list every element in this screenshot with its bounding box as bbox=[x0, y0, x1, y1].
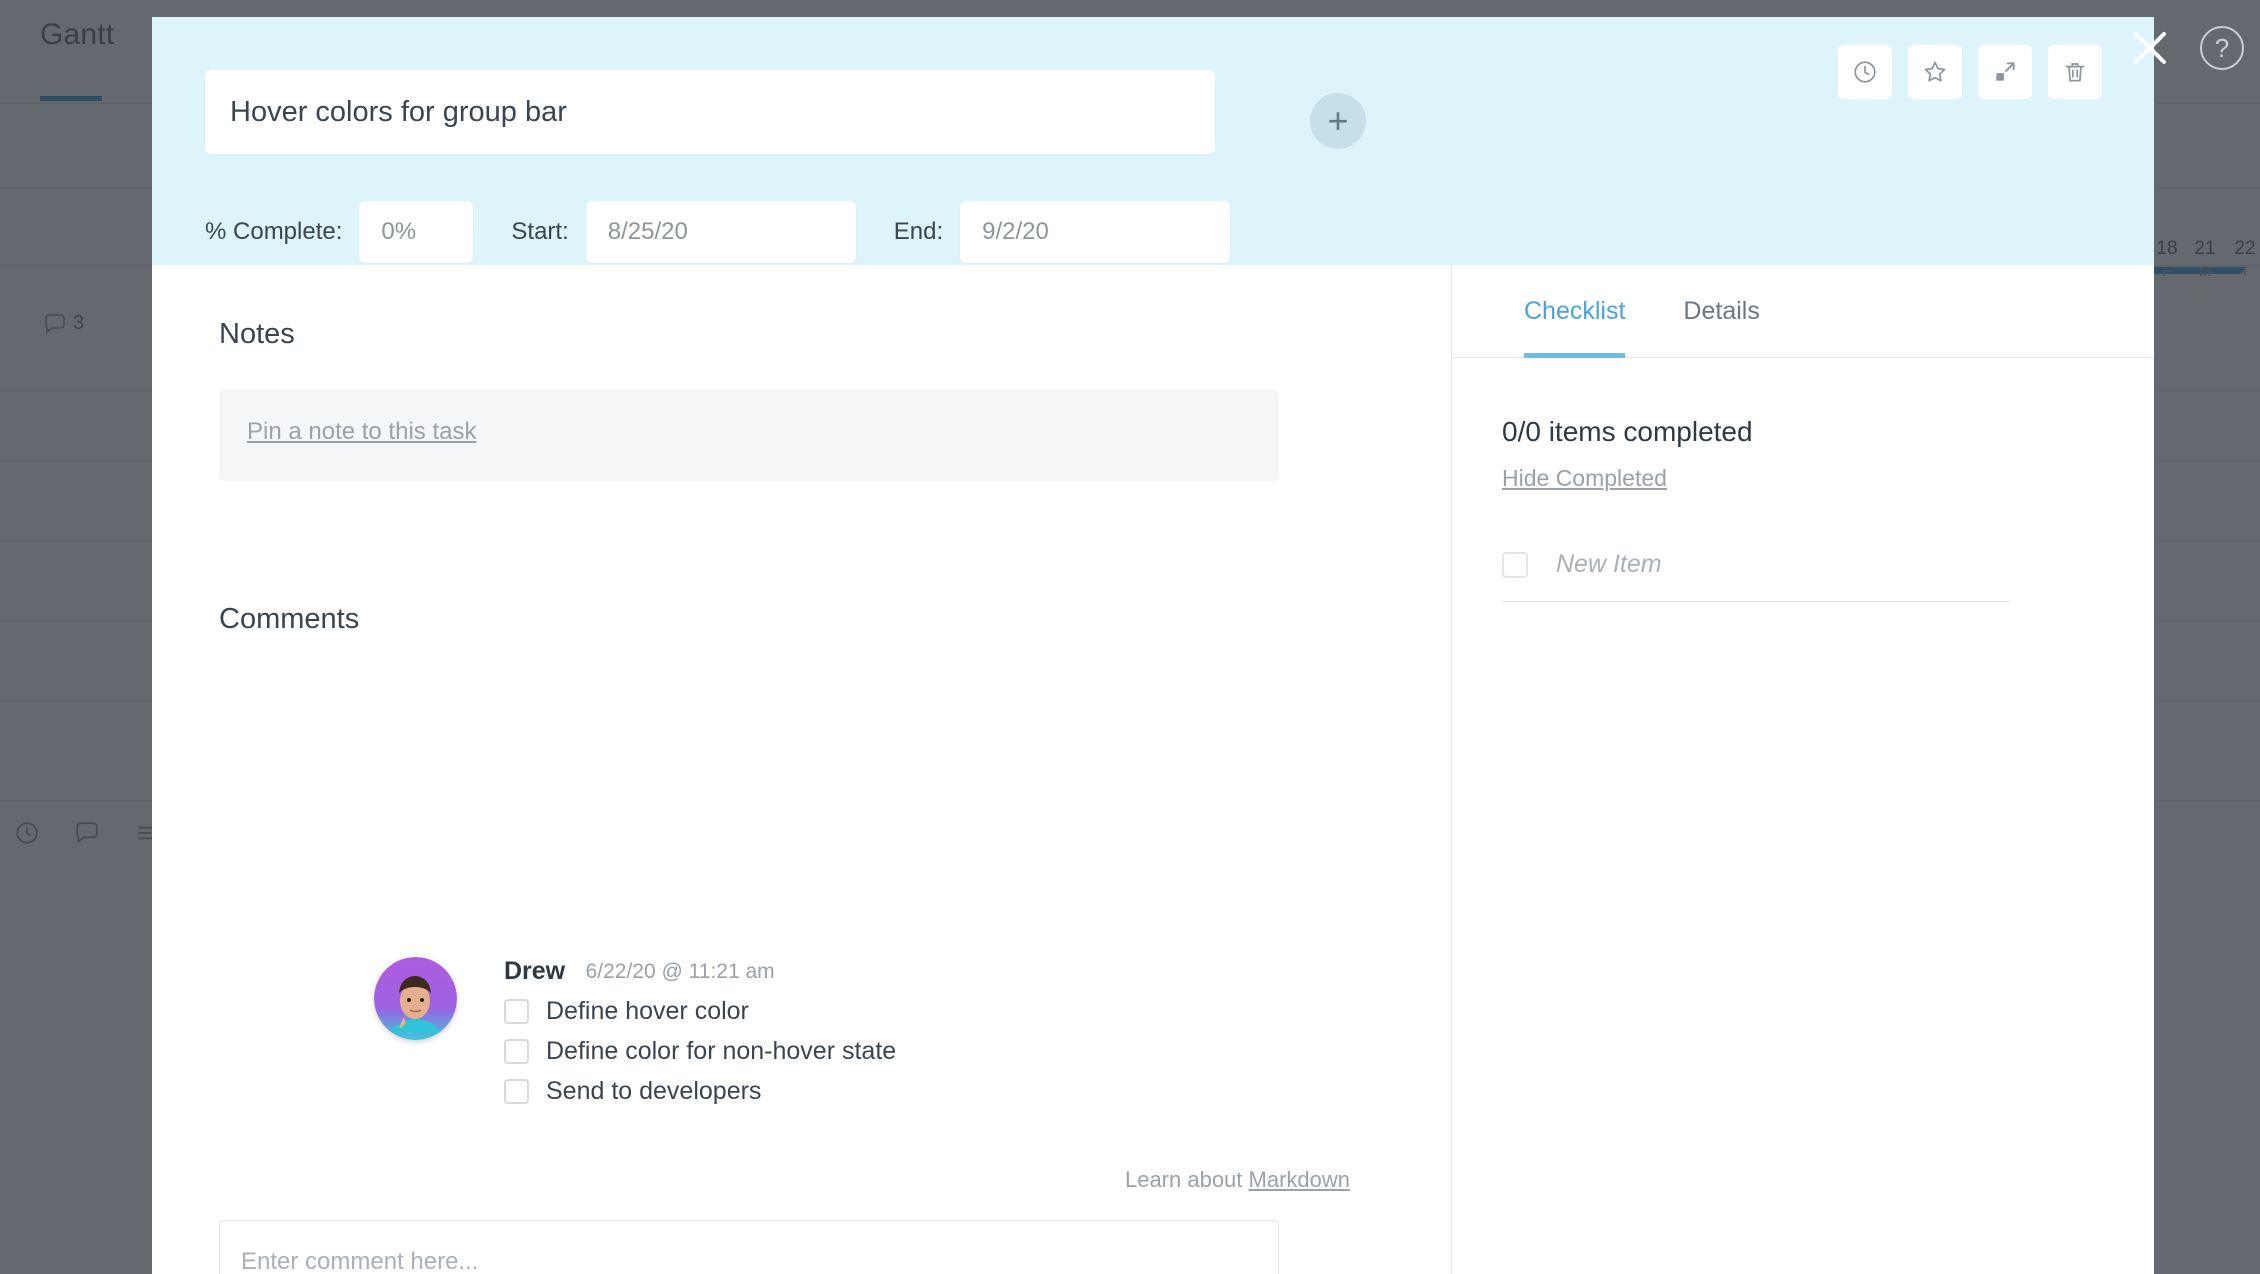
percent-complete-label: % Complete: bbox=[205, 218, 343, 245]
help-icon[interactable]: ? bbox=[2200, 26, 2244, 70]
markdown-help: Learn about Markdown bbox=[1125, 1167, 1350, 1193]
start-date-label: Start: bbox=[511, 218, 569, 245]
checkbox-icon[interactable] bbox=[504, 1039, 529, 1064]
task-meta-row: % Complete: Start: End: bbox=[205, 201, 1231, 263]
modal-side-panel: Checklist Details 0/0 items completed Hi… bbox=[1452, 265, 2154, 1274]
expand-icon[interactable] bbox=[1978, 45, 2032, 99]
comment-author: Drew bbox=[504, 957, 566, 985]
modal-body: Notes Pin a note to this task Comments D… bbox=[152, 265, 2154, 1274]
avatar bbox=[374, 957, 457, 1040]
end-date-label: End: bbox=[893, 218, 944, 245]
star-icon[interactable] bbox=[1908, 45, 1962, 99]
comment-timestamp: 6/22/20 @ 11:21 am bbox=[585, 959, 775, 983]
add-button[interactable]: + bbox=[1310, 93, 1366, 149]
percent-complete-input[interactable] bbox=[359, 201, 474, 263]
comments-heading: Comments bbox=[219, 603, 360, 635]
checkbox-icon[interactable] bbox=[1502, 551, 1528, 578]
note-placeholder-box[interactable]: Pin a note to this task bbox=[219, 389, 1279, 481]
markdown-link[interactable]: Markdown bbox=[1249, 1167, 1350, 1192]
comment-checklist-item[interactable]: Define color for non-hover state bbox=[504, 1037, 896, 1066]
end-date-input[interactable] bbox=[960, 201, 1231, 263]
new-checklist-item-row[interactable]: New Item bbox=[1502, 550, 2010, 602]
new-item-placeholder[interactable]: New Item bbox=[1556, 550, 1662, 579]
tab-checklist[interactable]: Checklist bbox=[1524, 265, 1626, 358]
comment-checklist-label: Define hover color bbox=[546, 997, 749, 1025]
checklist-progress: 0/0 items completed bbox=[1502, 416, 1753, 447]
side-panel-tabs: Checklist Details bbox=[1452, 265, 2154, 358]
checkbox-icon[interactable] bbox=[504, 999, 529, 1024]
header-action-group bbox=[1838, 45, 2102, 99]
modal-main-column: Notes Pin a note to this task Comments D… bbox=[152, 265, 1452, 1274]
trash-icon[interactable] bbox=[2048, 45, 2102, 99]
checkbox-icon[interactable] bbox=[504, 1079, 529, 1104]
task-detail-modal: + bbox=[152, 17, 2154, 1274]
hide-completed-link[interactable]: Hide Completed bbox=[1502, 465, 1667, 492]
comment-entry: Drew 6/22/20 @ 11:21 am Define hover col… bbox=[504, 957, 896, 1106]
pin-note-link[interactable]: Pin a note to this task bbox=[247, 418, 476, 446]
history-icon[interactable] bbox=[1838, 45, 1892, 99]
tab-details[interactable]: Details bbox=[1683, 265, 1759, 358]
comment-checklist-label: Define color for non-hover state bbox=[546, 1037, 897, 1065]
comment-checklist-label: Send to developers bbox=[546, 1077, 762, 1105]
comment-checklist-item[interactable]: Define hover color bbox=[504, 997, 896, 1026]
comment-composer[interactable]: Enter comment here... bbox=[219, 1220, 1279, 1274]
comment-meta: Drew 6/22/20 @ 11:21 am bbox=[504, 957, 896, 986]
task-title-input[interactable] bbox=[205, 70, 1215, 154]
comment-checklist-item[interactable]: Send to developers bbox=[504, 1077, 896, 1106]
comment-composer-placeholder: Enter comment here... bbox=[241, 1248, 479, 1274]
markdown-help-prefix: Learn about bbox=[1124, 1167, 1249, 1192]
modal-header: + bbox=[152, 17, 2154, 265]
start-date-input[interactable] bbox=[585, 201, 856, 263]
notes-heading: Notes bbox=[219, 318, 295, 350]
close-icon[interactable] bbox=[2124, 22, 2176, 74]
